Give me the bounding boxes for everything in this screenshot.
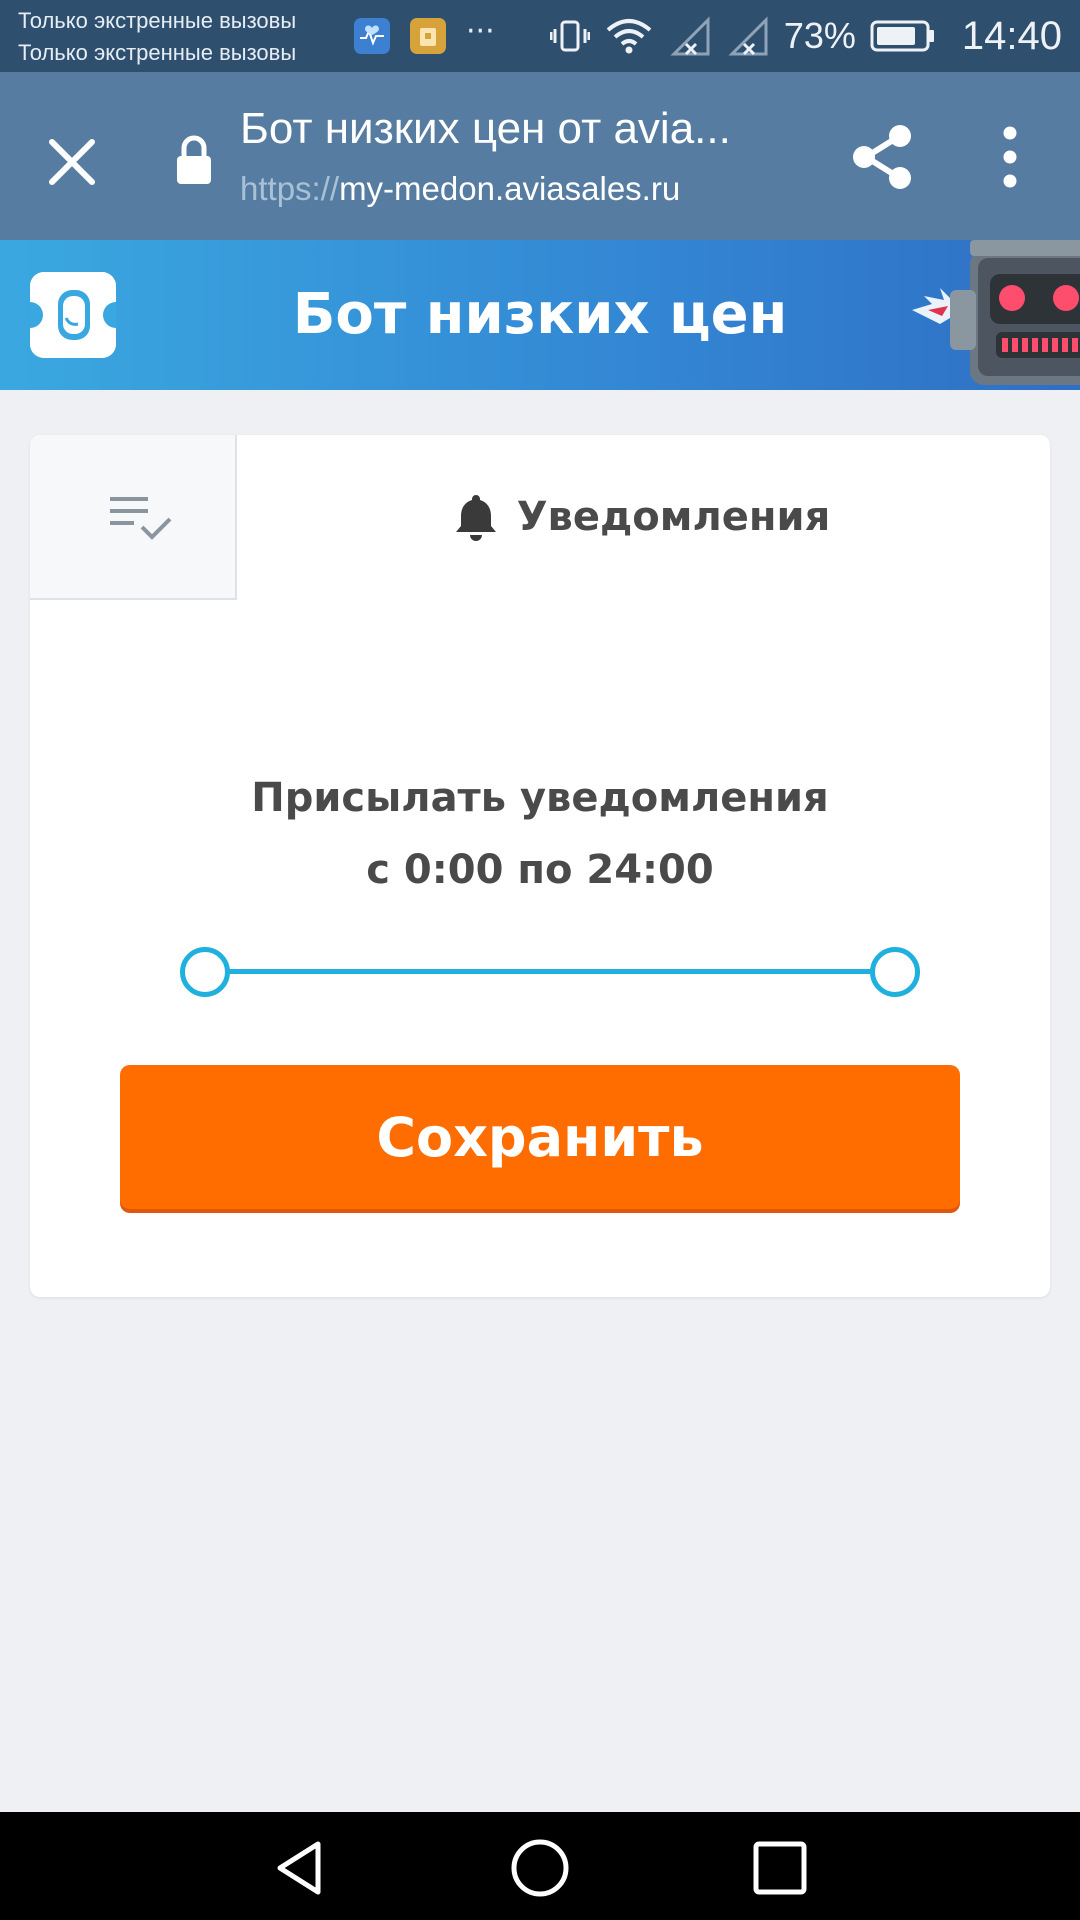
recent-apps-icon[interactable]: [748, 1836, 812, 1900]
share-icon[interactable]: [850, 122, 914, 192]
back-icon[interactable]: [268, 1836, 332, 1900]
save-button[interactable]: Сохранить: [120, 1065, 960, 1209]
bell-icon: [455, 494, 496, 541]
robot-illustration: [912, 240, 1080, 385]
lock-icon: [177, 135, 211, 184]
checklist-icon: [110, 497, 172, 540]
signal-icon: [728, 16, 768, 56]
clock: 14:40: [961, 13, 1062, 58]
battery-icon: [870, 20, 934, 52]
tab-notifications[interactable]: Уведомления: [235, 435, 1050, 598]
tab-subscriptions[interactable]: [30, 435, 237, 600]
carrier-text-1: Только экстренные вызовы: [18, 8, 297, 33]
notify-time-range: с 0:00 по 24:00: [366, 847, 714, 893]
notifications-card: Уведомления Присылать уведомления с 0:00…: [30, 435, 1050, 1297]
page-title: Бот низких цен от avia...: [240, 104, 731, 153]
wallet-app-icon: [410, 18, 446, 54]
site-header: Бот низких цен: [0, 240, 1080, 390]
health-app-icon: [354, 18, 390, 54]
carrier-text-2: Только экстренные вызовы: [18, 40, 297, 65]
slider-track[interactable]: [204, 969, 896, 974]
browser-toolbar: Бот низких цен от avia... https://my-med…: [0, 72, 1080, 240]
page-url: https://my-medon.aviasales.ru: [240, 170, 680, 208]
more-notifications-icon: ···: [466, 14, 495, 49]
wifi-icon: [606, 19, 652, 54]
notify-text-line1: Присылать уведомления: [251, 775, 829, 821]
status-bar: Только экстренные вызовы Только экстренн…: [0, 0, 1080, 72]
slider-handle-end[interactable]: [870, 947, 920, 997]
close-icon[interactable]: [42, 132, 102, 192]
time-range-slider[interactable]: [180, 947, 920, 997]
battery-percent: 73%: [783, 15, 856, 56]
vibrate-icon: [549, 20, 590, 52]
home-icon[interactable]: [508, 1836, 572, 1900]
more-options-icon[interactable]: [990, 124, 1030, 190]
status-icons: 73% 14:40: [549, 0, 1062, 72]
url-host: my-medon.aviasales.ru: [339, 170, 681, 207]
signal-icon: [670, 16, 710, 56]
slider-handle-start[interactable]: [180, 947, 230, 997]
tab-notifications-label: Уведомления: [516, 493, 831, 540]
url-scheme: https://: [240, 170, 340, 207]
system-nav-bar: [0, 1812, 1080, 1920]
